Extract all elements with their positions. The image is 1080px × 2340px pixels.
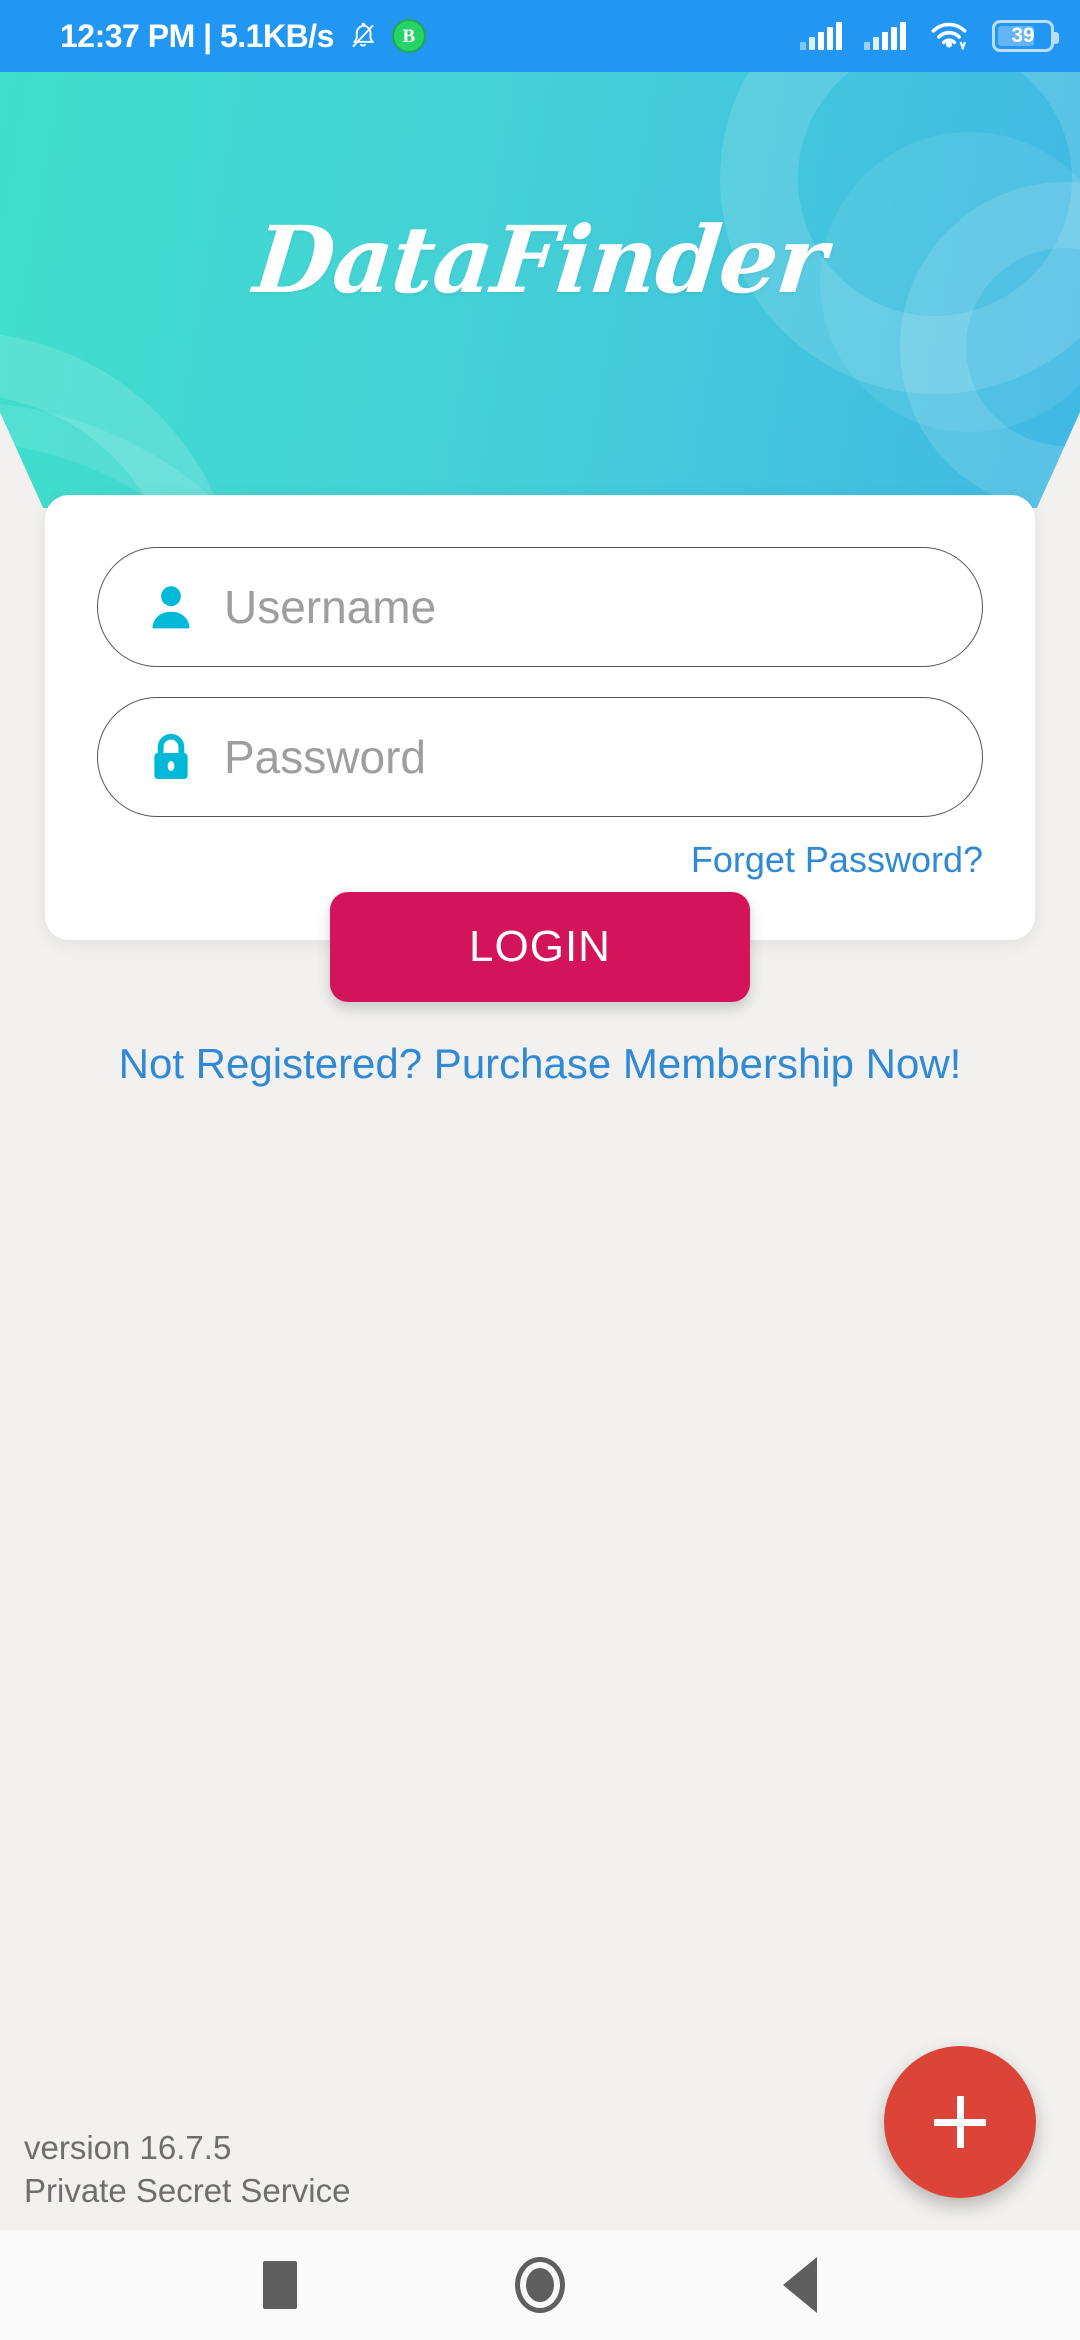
password-input[interactable]: [224, 722, 924, 792]
app-screen: 12:37 PM | 5.1KB/s B 39 DataFinder Usern…: [0, 0, 1080, 2340]
wifi-icon: [928, 20, 970, 52]
bell-muted-icon: [352, 22, 375, 48]
password-field[interactable]: [97, 697, 983, 817]
username-field[interactable]: [97, 547, 983, 667]
app-logo: DataFinder: [0, 72, 1080, 508]
person-icon: [144, 580, 198, 634]
battery-level-text: 39: [1011, 24, 1035, 47]
login-button[interactable]: LOGIN: [330, 892, 750, 1002]
login-card: Forget Password?: [45, 495, 1035, 940]
triangle-back-icon: [783, 2257, 817, 2313]
signal-bars-icon-sim1: [800, 22, 842, 50]
plus-icon-vertical: [956, 2096, 964, 2148]
whatsapp-business-letter: B: [402, 25, 416, 47]
app-header: DataFinder: [0, 72, 1080, 508]
square-recents-icon: [263, 2261, 297, 2309]
app-logo-text: DataFinder: [249, 206, 831, 314]
signal-bars-icon-sim2: [864, 22, 906, 50]
status-bar-right: 39: [800, 20, 1059, 52]
status-clock: 12:37 PM | 5.1KB/s: [60, 17, 334, 54]
status-bar: 12:37 PM | 5.1KB/s B 39: [0, 0, 1080, 72]
status-bar-left: 12:37 PM | 5.1KB/s B: [60, 18, 426, 55]
service-name-text: Private Secret Service: [24, 2172, 351, 2209]
version-info: version 16.7.5 Private Secret Service: [24, 2126, 350, 2212]
forget-password-row: Forget Password?: [97, 839, 983, 881]
username-input[interactable]: [224, 572, 924, 642]
nav-back-button[interactable]: [745, 2230, 855, 2340]
lock-icon: [144, 730, 198, 784]
add-floating-action-button[interactable]: [884, 2046, 1036, 2198]
purchase-membership-link[interactable]: Not Registered? Purchase Membership Now!: [0, 1040, 1080, 1088]
nav-recents-button[interactable]: [225, 2230, 335, 2340]
battery-icon: 39: [992, 20, 1059, 52]
nav-home-button[interactable]: [485, 2230, 595, 2340]
android-navigation-bar: [0, 2230, 1080, 2340]
circle-home-icon: [515, 2257, 565, 2313]
version-text: version 16.7.5: [24, 2129, 232, 2166]
forget-password-link[interactable]: Forget Password?: [691, 839, 983, 881]
whatsapp-business-icon: B: [391, 19, 426, 53]
